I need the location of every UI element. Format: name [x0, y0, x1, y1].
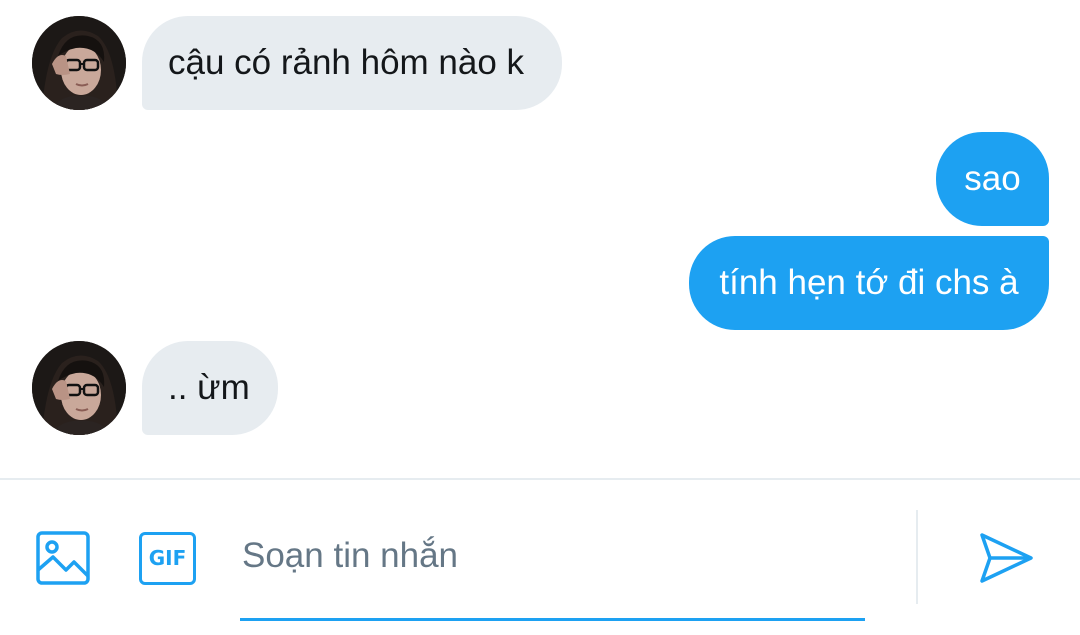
avatar-photo	[32, 16, 126, 110]
divider	[916, 510, 918, 604]
add-media-button[interactable]	[33, 528, 93, 588]
add-gif-button[interactable]: GIF	[136, 528, 199, 588]
message-input-wrapper	[240, 516, 865, 621]
message-bubble-incoming: cậu có rảnh hôm nào k	[142, 16, 562, 110]
message-bubble-outgoing: sao	[936, 132, 1049, 226]
contact-avatar[interactable]	[32, 341, 126, 435]
message-thread: cậu có rảnh hôm nào k sao tính hẹn tớ đi…	[0, 0, 1080, 478]
contact-avatar[interactable]	[32, 16, 126, 110]
message-input[interactable]	[240, 516, 865, 596]
gif-icon: GIF	[139, 531, 196, 585]
message-composer: GIF	[0, 478, 1080, 635]
message-bubble-outgoing: tính hẹn tớ đi chs à	[689, 236, 1049, 330]
avatar-photo	[32, 341, 126, 435]
image-icon	[36, 531, 90, 585]
message-bubble-incoming: .. ừm	[142, 341, 278, 435]
send-button[interactable]	[975, 527, 1037, 589]
send-icon	[980, 533, 1033, 583]
